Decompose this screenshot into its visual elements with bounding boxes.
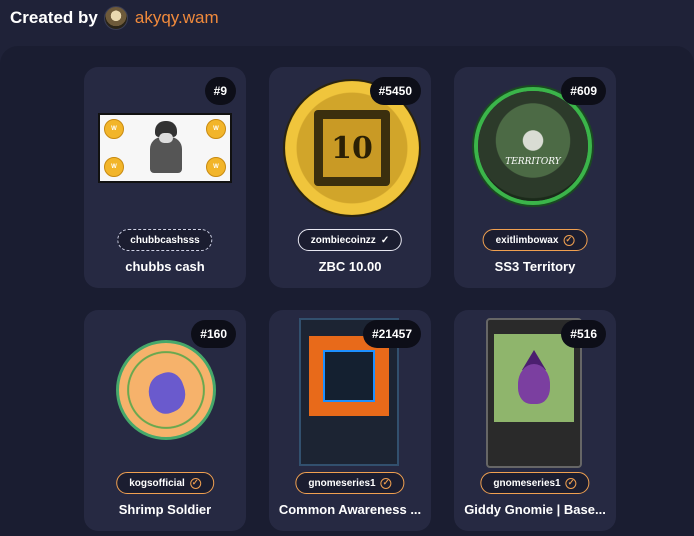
nft-card[interactable]: W W W W #9 chubbcashsss chubbs cash (84, 67, 246, 288)
nft-title[interactable]: chubbs cash (90, 259, 240, 274)
nft-title[interactable]: Giddy Gnomie | Base... (460, 502, 610, 517)
collection-button[interactable]: zombiecoinzz ✓ (297, 229, 403, 251)
check-icon: ✓ (380, 234, 390, 246)
shrimp-shape (143, 368, 191, 418)
collection-button[interactable]: kogsofficial ✓ (116, 472, 214, 494)
gnome-shape (518, 364, 550, 404)
collection-name: kogsofficial (129, 477, 185, 489)
verified-icon: ✓ (380, 477, 392, 489)
collection-name: exitlimbowax (495, 234, 559, 246)
artwork-picture (494, 334, 574, 422)
coin-icon: W (104, 119, 124, 139)
nft-title[interactable]: ZBC 10.00 (275, 259, 425, 274)
artwork-text: TERRITORY (505, 157, 561, 167)
coin-icon: W (206, 157, 226, 177)
nft-card[interactable]: #160 kogsofficial ✓ Shrimp Soldier (84, 310, 246, 531)
coin-icon: W (104, 157, 124, 177)
artwork-symbol (323, 350, 375, 402)
verified-icon: ✓ (563, 234, 575, 246)
mint-number-badge: #5450 (369, 77, 421, 105)
nft-card[interactable]: #21457 gnomeseries1 ✓ Common Awareness .… (269, 310, 431, 531)
header: Created by akyqy.wam (0, 0, 694, 36)
collection-name: gnomeseries1 (493, 477, 561, 489)
collection-button[interactable]: exitlimbowax ✓ (482, 229, 588, 251)
collection-name: gnomeseries1 (308, 477, 376, 489)
mint-number-badge: #9 (204, 77, 236, 105)
artwork-frame (309, 336, 389, 416)
collection-button[interactable]: gnomeseries1 ✓ (480, 472, 590, 494)
mint-number-badge: #516 (561, 320, 606, 348)
collection-name: zombiecoinzz (310, 234, 376, 246)
created-by-label: Created by (10, 8, 98, 27)
mint-number-badge: #609 (561, 77, 606, 105)
collection-name: chubbcashsss (130, 234, 200, 246)
nft-title[interactable]: Shrimp Soldier (90, 502, 240, 517)
nft-title[interactable]: SS3 Territory (460, 259, 610, 274)
creator-avatar[interactable] (103, 6, 128, 30)
collection-button[interactable]: chubbcashsss (117, 229, 213, 251)
mint-number-badge: #160 (191, 320, 236, 348)
chubbs-cash-artwork: W W W W (98, 113, 232, 183)
verified-icon: ✓ (565, 477, 577, 489)
ss3-territory-artwork: TERRITORY (478, 91, 588, 201)
figure-shape (159, 133, 173, 143)
nft-card[interactable]: TERRITORY #609 exitlimbowax ✓ SS3 Territ… (454, 67, 616, 288)
nft-card[interactable]: 10 #5450 zombiecoinzz ✓ ZBC 10.00 (269, 67, 431, 288)
mint-number-badge: #21457 (362, 320, 421, 348)
coin-value: 10 (320, 116, 384, 180)
nft-grid-panel: W W W W #9 chubbcashsss chubbs cash 10 #… (0, 46, 694, 536)
creator-name-link[interactable]: akyqy.wam (135, 8, 219, 28)
verified-icon: ✓ (189, 477, 201, 489)
coin-icon: W (206, 119, 226, 139)
nft-title[interactable]: Common Awareness ... (275, 502, 425, 517)
nft-card[interactable]: #516 gnomeseries1 ✓ Giddy Gnomie | Base.… (454, 310, 616, 531)
collection-button[interactable]: gnomeseries1 ✓ (295, 472, 405, 494)
shrimp-soldier-artwork (116, 340, 216, 440)
